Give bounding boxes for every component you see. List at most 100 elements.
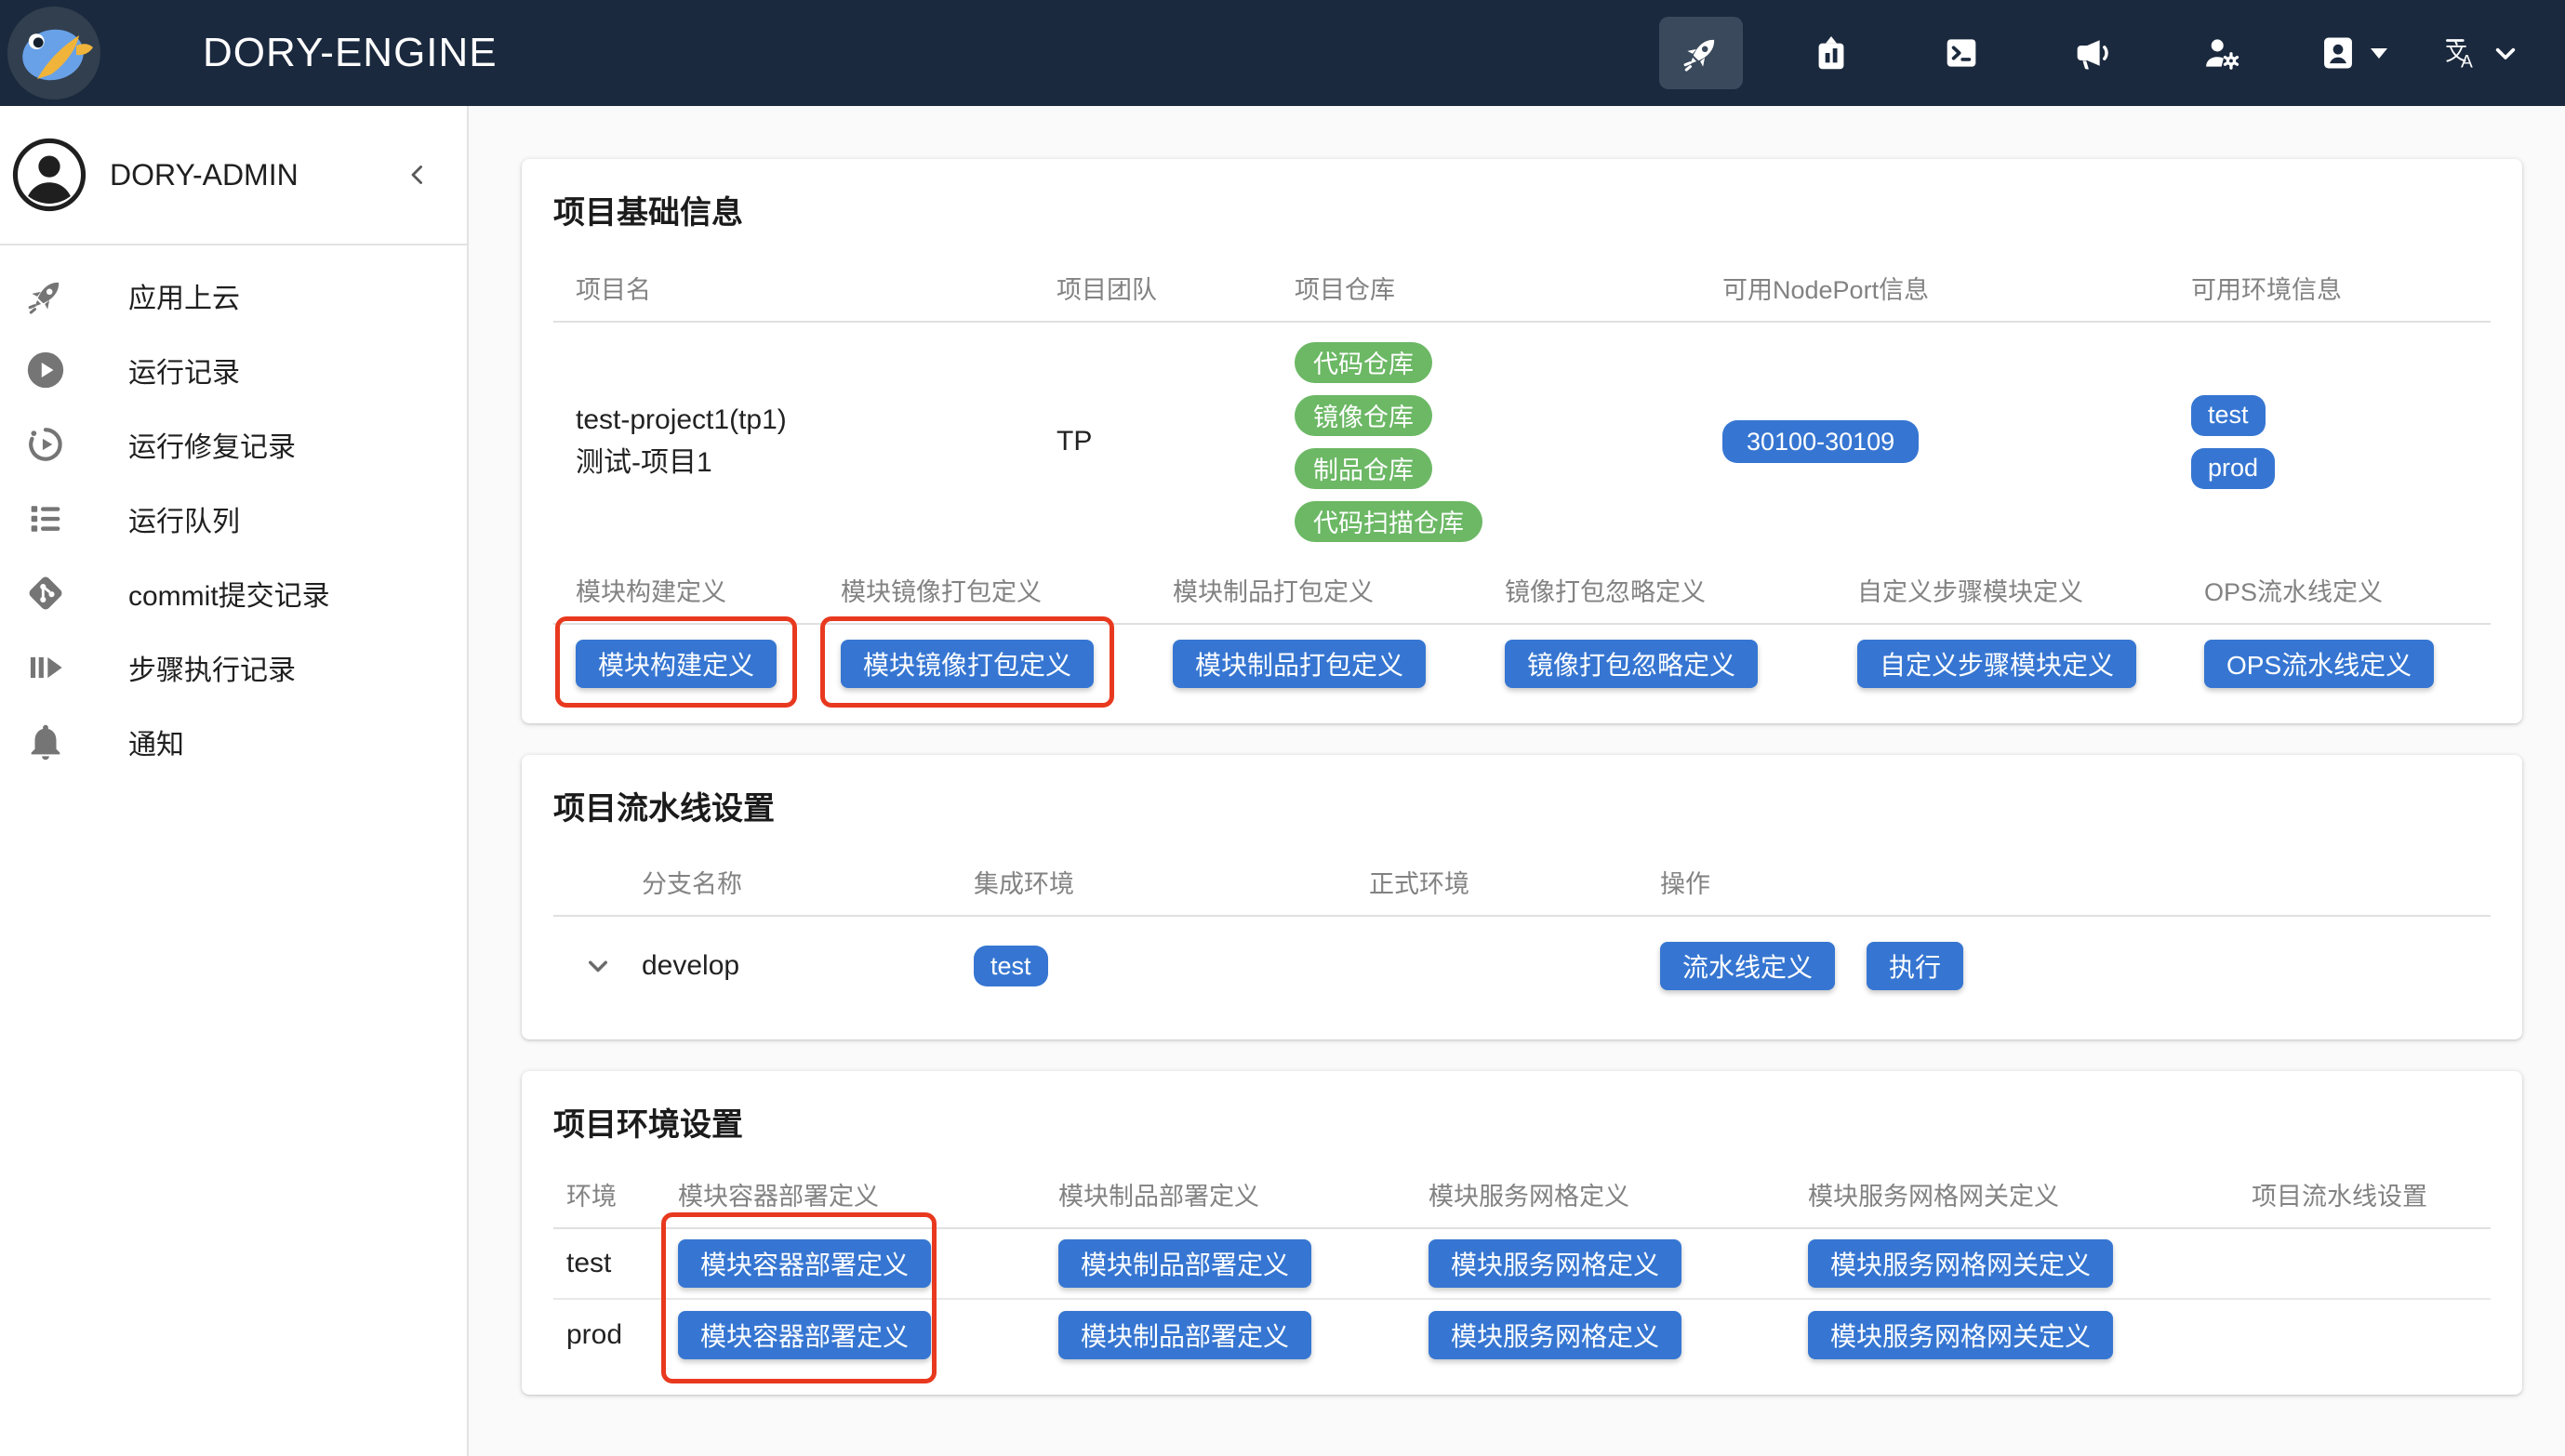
module-build-def-button[interactable]: 模块构建定义 [576, 640, 777, 688]
language-menu-button[interactable] [2440, 17, 2524, 89]
steps-icon [24, 646, 67, 689]
sidebar-item-run-fix-records[interactable]: 运行修复记录 [0, 407, 467, 482]
column-header: 模块制品打包定义 [1150, 572, 1482, 608]
repo-tag-artifact[interactable]: 制品仓库 [1295, 448, 1432, 489]
language-icon [2440, 32, 2478, 74]
account-menu-button[interactable] [2310, 17, 2394, 89]
main-content: 项目基础信息 项目名 项目团队 项目仓库 可用NodePort信息 可用环境信息… [469, 106, 2565, 1456]
terminal-icon [1940, 32, 1983, 74]
queue-list-icon [24, 497, 67, 540]
column-header: 环境 [553, 1176, 665, 1212]
sidebar-item-label: 步骤执行记录 [128, 647, 296, 688]
sidebar-item-run-queue[interactable]: 运行队列 [0, 482, 467, 556]
project-repos-cell: 代码仓库 镜像仓库 制品仓库 代码扫描仓库 [1272, 342, 1700, 542]
card-title: 项目环境设置 [553, 1099, 2491, 1145]
card-title: 项目基础信息 [553, 187, 2491, 232]
chevron-down-icon [2487, 32, 2524, 74]
column-header: 操作 [1660, 864, 2491, 900]
branch-name: develop [642, 950, 974, 982]
bell-icon [24, 721, 67, 763]
repo-tag-code-scan[interactable]: 代码扫描仓库 [1295, 501, 1482, 542]
env-rows: test 模块容器部署定义 模块制品部署定义 模块服务网格定义 模块服务网格网关… [553, 1229, 2491, 1370]
env-row-prod: prod 模块容器部署定义 模块制品部署定义 模块服务网格定义 模块服务网格网关… [553, 1300, 2491, 1370]
module-image-pack-def-button[interactable]: 模块镜像打包定义 [841, 640, 1094, 688]
sidebar-user-row: DORY-ADMIN [0, 106, 467, 244]
sidebar-item-label: 通知 [128, 721, 184, 762]
project-name-cell: test-project1(tp1) 测试-项目1 [553, 399, 1034, 484]
sidebar-item-label: commit提交记录 [128, 573, 330, 614]
sidebar-item-app-to-cloud[interactable]: 应用上云 [0, 258, 467, 333]
expand-row-button[interactable] [581, 949, 615, 983]
definitions-header-row: 模块构建定义 模块镜像打包定义 模块制品打包定义 镜像打包忽略定义 自定义步骤模… [553, 572, 2491, 625]
collapse-sidebar-button[interactable] [402, 159, 433, 191]
module-mesh-gateway-def-button[interactable]: 模块服务网格网关定义 [1808, 1239, 2113, 1288]
definitions-button-row: 模块构建定义 模块镜像打包定义 模块制品打包定义 镜像打包忽略定义 自定义步骤模… [553, 625, 2491, 699]
execute-button[interactable]: 执行 [1867, 942, 1963, 990]
custom-step-module-def-button[interactable]: 自定义步骤模块定义 [1857, 640, 2136, 688]
project-name: test-project1(tp1) [576, 399, 1034, 442]
play-circle-icon [24, 349, 67, 391]
integration-env-cell: test [974, 946, 1369, 986]
basic-info-header-row: 项目名 项目团队 项目仓库 可用NodePort信息 可用环境信息 [553, 270, 2491, 323]
top-navbar: DORY-ENGINE [0, 0, 2565, 106]
user-management-icon [2200, 32, 2243, 74]
env-badge-prod: prod [2191, 448, 2275, 489]
env-name: test [553, 1248, 665, 1279]
announcement-icon [2070, 32, 2113, 74]
column-header: 镜像打包忽略定义 [1482, 572, 1835, 608]
module-container-deploy-def-button[interactable]: 模块容器部署定义 [678, 1239, 931, 1288]
project-basic-info-card: 项目基础信息 项目名 项目团队 项目仓库 可用NodePort信息 可用环境信息… [522, 159, 2522, 723]
pipeline-def-button[interactable]: 流水线定义 [1660, 942, 1835, 990]
module-mesh-gateway-def-button[interactable]: 模块服务网格网关定义 [1808, 1311, 2113, 1359]
dory-fish-icon [9, 8, 99, 98]
env-badge-test: test [2191, 395, 2266, 436]
account-icon [2317, 32, 2359, 74]
module-artifact-deploy-def-button[interactable]: 模块制品部署定义 [1058, 1311, 1311, 1359]
env-badge-test: test [974, 946, 1048, 986]
repo-tag-code[interactable]: 代码仓库 [1295, 342, 1432, 383]
module-container-deploy-def-button[interactable]: 模块容器部署定义 [678, 1311, 931, 1359]
project-team: TP [1034, 426, 1272, 457]
env-row-test: test 模块容器部署定义 模块制品部署定义 模块服务网格定义 模块服务网格网关… [553, 1229, 2491, 1300]
user-management-nav-button[interactable] [2180, 17, 2264, 89]
env-header-row: 环境 模块容器部署定义 模块制品部署定义 模块服务网格定义 模块服务网格网关定义… [553, 1176, 2491, 1229]
username: DORY-ADMIN [110, 158, 299, 192]
image-pack-ignore-def-button[interactable]: 镜像打包忽略定义 [1505, 640, 1758, 688]
column-header: 模块镜像打包定义 [818, 572, 1150, 608]
sidebar: DORY-ADMIN 应用上云 运行记录 运行修复记录 运行队列 [0, 106, 469, 1456]
project-row: test-project1(tp1) 测试-项目1 TP 代码仓库 镜像仓库 制… [553, 323, 2491, 561]
project-pipeline-card: 项目流水线设置 分支名称 集成环境 正式环境 操作 develop test [522, 755, 2522, 1039]
rocket-nav-button[interactable] [1659, 17, 1743, 89]
column-header: 模块服务网格定义 [1415, 1176, 1795, 1212]
app-title: DORY-ENGINE [203, 30, 498, 76]
sidebar-item-commit-records[interactable]: commit提交记录 [0, 556, 467, 630]
module-service-mesh-def-button[interactable]: 模块服务网格定义 [1429, 1239, 1681, 1288]
column-header: 分支名称 [642, 864, 974, 900]
column-header: 项目流水线设置 [2239, 1176, 2491, 1212]
dory-logo[interactable] [7, 7, 100, 99]
announcement-nav-button[interactable] [2050, 17, 2133, 89]
column-header: OPS流水线定义 [2182, 572, 2491, 608]
column-header: 集成环境 [974, 864, 1369, 900]
sidebar-item-notifications[interactable]: 通知 [0, 705, 467, 779]
sidebar-item-step-exec-records[interactable]: 步骤执行记录 [0, 630, 467, 705]
column-header: 自定义步骤模块定义 [1835, 572, 2182, 608]
module-service-mesh-def-button[interactable]: 模块服务网格定义 [1429, 1311, 1681, 1359]
replay-icon [24, 423, 67, 466]
sidebar-item-run-records[interactable]: 运行记录 [0, 333, 467, 407]
terminal-nav-button[interactable] [1920, 17, 2003, 89]
pipeline-actions-cell: 流水线定义 执行 [1660, 942, 2491, 990]
repo-tag-image[interactable]: 镜像仓库 [1295, 395, 1432, 436]
nodeport-badge: 30100-30109 [1722, 420, 1919, 463]
column-header: 可用NodePort信息 [1700, 270, 2169, 306]
sidebar-item-label: 应用上云 [128, 275, 240, 316]
rocket-icon [24, 274, 67, 317]
envs-cell: test prod [2169, 395, 2491, 489]
workload-nav-button[interactable] [1789, 17, 1873, 89]
column-header: 模块构建定义 [553, 572, 818, 608]
module-artifact-deploy-def-button[interactable]: 模块制品部署定义 [1058, 1239, 1311, 1288]
navbar-actions [1659, 17, 2524, 89]
ops-pipeline-def-button[interactable]: OPS流水线定义 [2204, 640, 2434, 688]
module-artifact-pack-def-button[interactable]: 模块制品打包定义 [1173, 640, 1426, 688]
pipeline-row-develop: develop test 流水线定义 执行 [553, 917, 2491, 1015]
